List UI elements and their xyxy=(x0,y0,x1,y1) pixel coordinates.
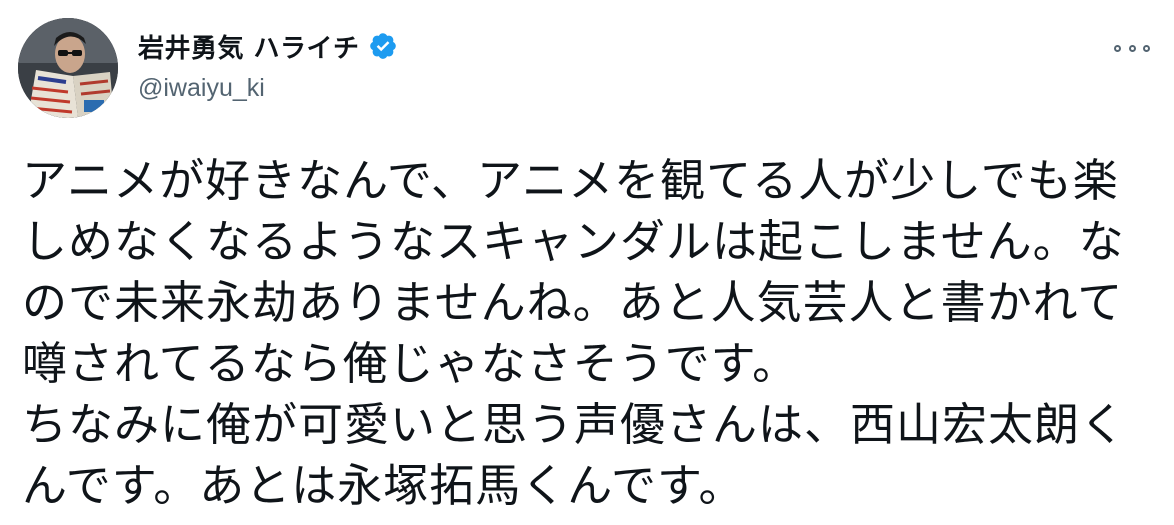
more-options-button[interactable] xyxy=(1114,38,1150,58)
user-handle[interactable]: @iwaiyu_ki xyxy=(138,74,398,103)
display-name[interactable]: 岩井勇気 ハライチ xyxy=(138,28,360,65)
avatar[interactable] xyxy=(18,18,118,118)
tweet-text-line: 噂されてるなら俺じゃなさそうです。 xyxy=(22,337,799,390)
tweet-text: アニメが好きなんで、アニメを観てる人が少しでも楽 しめなくなるようなスキャンダル… xyxy=(22,150,1162,516)
more-horizontal-icon xyxy=(1128,44,1136,52)
tweet-text-line: んです。あとは永塚拓馬くんです。 xyxy=(22,459,745,512)
author-header: 岩井勇気 ハライチ @iwaiyu_ki xyxy=(138,26,398,103)
tweet-text-line: アニメが好きなんで、アニメを観てる人が少しでも楽 xyxy=(22,154,1119,207)
more-horizontal-icon xyxy=(1143,44,1150,52)
tweet-text-line: ちなみに俺が可愛いと思う声優さんは、西山宏太朗く xyxy=(22,398,1127,451)
more-horizontal-icon xyxy=(1114,44,1121,52)
tweet-card: 岩井勇気 ハライチ @iwaiyu_ki アニメが好きなんで、アニメを観てる人が… xyxy=(0,0,1174,525)
tweet-text-line: ので未来永劫ありませんね。あと人気芸人と書かれて xyxy=(22,276,1124,329)
name-row: 岩井勇気 ハライチ xyxy=(138,26,398,66)
verified-badge-icon xyxy=(368,31,398,61)
tweet-text-line: しめなくなるようなスキャンダルは起こしません。な xyxy=(22,215,1125,268)
